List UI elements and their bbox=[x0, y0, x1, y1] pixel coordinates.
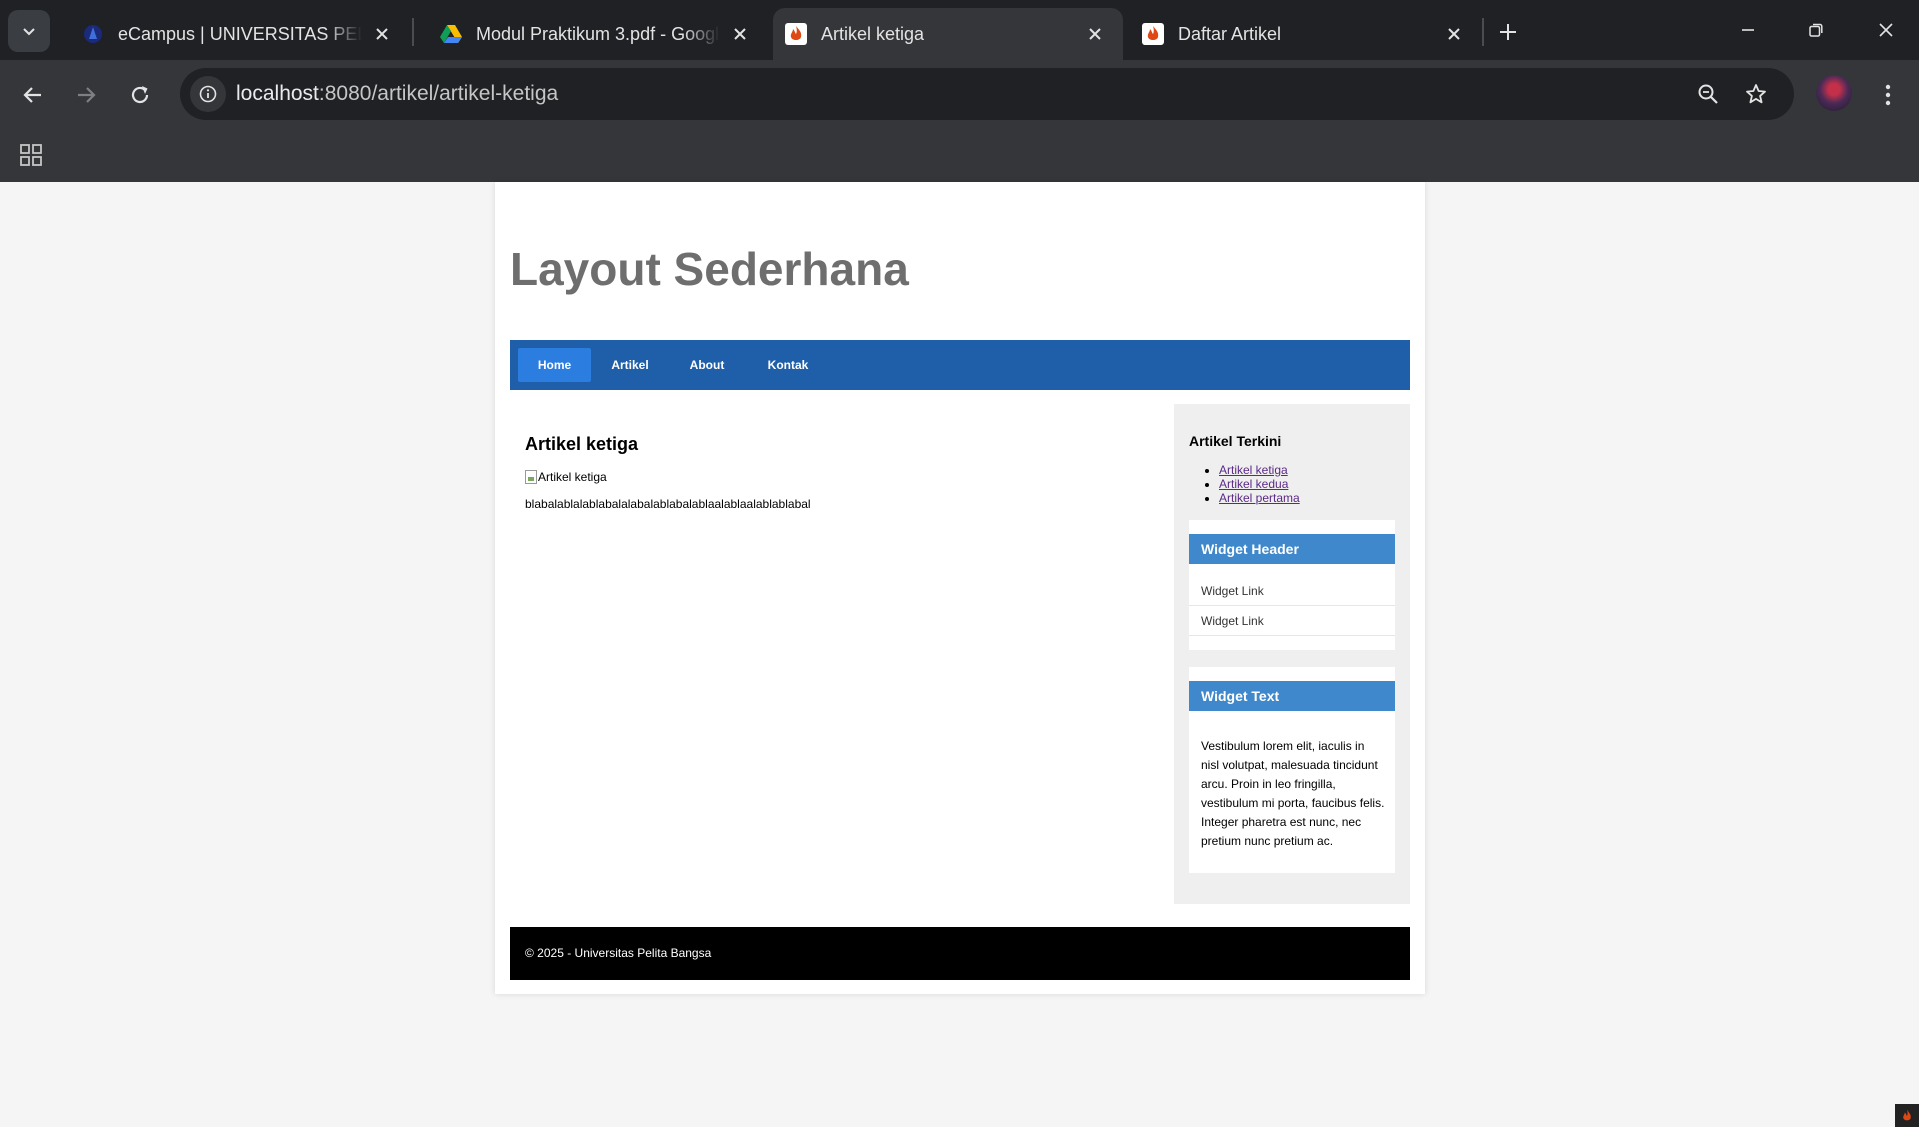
reload-button[interactable] bbox=[122, 77, 158, 113]
close-icon[interactable] bbox=[1085, 24, 1105, 44]
tab-ecampus[interactable]: eCampus | UNIVERSITAS PELITA BANGSA bbox=[58, 8, 410, 60]
tab-google-drive[interactable]: Modul Praktikum 3.pdf - Google Drive bbox=[416, 8, 768, 60]
list-item: Artikel ketiga bbox=[1219, 463, 1300, 477]
arrow-right-icon bbox=[78, 87, 96, 103]
browser-chrome: eCampus | UNIVERSITAS PELITA BANGSA Modu… bbox=[0, 0, 1919, 182]
url-host: localhost bbox=[236, 82, 319, 105]
bookmark-star-icon[interactable] bbox=[1738, 76, 1774, 112]
bookmarks-bar bbox=[0, 130, 1919, 182]
main-nav: Home Artikel About Kontak bbox=[510, 340, 1410, 390]
url-text[interactable]: localhost:8080/artikel/artikel-ketiga bbox=[236, 82, 558, 106]
reload-icon bbox=[131, 86, 149, 104]
list-item: Artikel kedua bbox=[1219, 477, 1300, 491]
site-info-icon[interactable] bbox=[190, 76, 226, 112]
widget-link[interactable]: Widget Link bbox=[1189, 576, 1395, 606]
minimize-button[interactable] bbox=[1728, 12, 1768, 48]
back-button[interactable] bbox=[15, 77, 51, 113]
widget-links: Widget Header Widget Link Widget Link bbox=[1189, 520, 1395, 650]
url-path: :8080/artikel/artikel-ketiga bbox=[318, 82, 559, 105]
tab-strip: eCampus | UNIVERSITAS PELITA BANGSA Modu… bbox=[0, 0, 1919, 60]
widget-link[interactable]: Widget Link bbox=[1189, 606, 1395, 636]
chevron-down-icon bbox=[23, 28, 35, 36]
tab-title: Artikel ketiga bbox=[821, 23, 925, 44]
nav-item-about[interactable]: About bbox=[670, 348, 744, 382]
menu-button[interactable] bbox=[1872, 77, 1904, 113]
forward-button[interactable] bbox=[68, 77, 104, 113]
widget-text-header: Widget Text bbox=[1189, 681, 1395, 711]
plus-icon bbox=[1500, 24, 1516, 40]
nav-item-home[interactable]: Home bbox=[518, 348, 591, 382]
profile-avatar[interactable] bbox=[1816, 75, 1852, 111]
recent-article-link[interactable]: Artikel kedua bbox=[1219, 477, 1288, 491]
nav-item-artikel[interactable]: Artikel bbox=[593, 348, 667, 382]
recent-articles-list: Artikel ketiga Artikel kedua Artikel per… bbox=[1189, 463, 1300, 505]
tab-artikel-ketiga[interactable]: Artikel ketiga bbox=[773, 8, 1123, 60]
close-icon[interactable] bbox=[730, 24, 750, 44]
address-bar[interactable]: localhost:8080/artikel/artikel-ketiga bbox=[180, 68, 1794, 120]
tab-title: eCampus | UNIVERSITAS PELITA BANGSA bbox=[118, 23, 362, 44]
tab-daftar-artikel[interactable]: Daftar Artikel bbox=[1130, 8, 1482, 60]
minimize-icon bbox=[1742, 29, 1754, 31]
apps-grid-icon[interactable] bbox=[16, 140, 46, 170]
restore-icon bbox=[1809, 23, 1823, 37]
list-item: Artikel pertama bbox=[1219, 491, 1300, 505]
widget-header: Widget Header bbox=[1189, 534, 1395, 564]
restore-button[interactable] bbox=[1796, 12, 1836, 48]
broken-image-icon bbox=[525, 470, 537, 484]
university-logo-icon bbox=[82, 23, 104, 45]
sidebar: Artikel Terkini Artikel ketiga Artikel k… bbox=[1174, 404, 1410, 904]
article-image-alt: Artikel ketiga bbox=[538, 470, 607, 484]
debug-toolbar-icon[interactable] bbox=[1895, 1104, 1919, 1127]
article-body: blabalablalablabalalabalablabalablaalabl… bbox=[525, 497, 811, 511]
more-vertical-icon bbox=[1885, 84, 1891, 106]
close-window-button[interactable] bbox=[1866, 12, 1906, 48]
sidebar-title: Artikel Terkini bbox=[1189, 433, 1282, 449]
new-tab-button[interactable] bbox=[1492, 16, 1524, 48]
tab-search-button[interactable] bbox=[8, 10, 50, 52]
close-icon[interactable] bbox=[1444, 24, 1464, 44]
close-icon bbox=[1879, 23, 1893, 37]
recent-article-link[interactable]: Artikel pertama bbox=[1219, 491, 1300, 505]
article-image: Artikel ketiga bbox=[525, 470, 607, 484]
tab-separator bbox=[412, 18, 414, 46]
page-container: Layout Sederhana Home Artikel About Kont… bbox=[495, 182, 1425, 994]
codeigniter-flame-icon bbox=[1142, 23, 1164, 45]
google-drive-icon bbox=[440, 23, 462, 45]
tab-separator bbox=[1482, 18, 1484, 46]
nav-item-kontak[interactable]: Kontak bbox=[747, 348, 829, 382]
widget-text: Widget Text Vestibulum lorem elit, iacul… bbox=[1189, 667, 1395, 873]
footer-text: © 2025 - Universitas Pelita Bangsa bbox=[525, 946, 712, 960]
page-viewport: Layout Sederhana Home Artikel About Kont… bbox=[0, 182, 1919, 1127]
codeigniter-flame-icon bbox=[785, 23, 807, 45]
zoom-icon[interactable] bbox=[1690, 76, 1726, 112]
widget-text-body: Vestibulum lorem elit, iaculis in nisl v… bbox=[1201, 739, 1385, 848]
site-title: Layout Sederhana bbox=[510, 243, 909, 295]
recent-article-link[interactable]: Artikel ketiga bbox=[1219, 463, 1288, 477]
article-title: Artikel ketiga bbox=[525, 434, 639, 454]
tab-title: Daftar Artikel bbox=[1178, 23, 1282, 44]
page-footer: © 2025 - Universitas Pelita Bangsa bbox=[510, 927, 1410, 980]
close-icon[interactable] bbox=[372, 24, 392, 44]
arrow-left-icon bbox=[23, 87, 41, 103]
browser-toolbar: localhost:8080/artikel/artikel-ketiga bbox=[0, 60, 1919, 130]
tab-title: Modul Praktikum 3.pdf - Google Drive bbox=[476, 23, 720, 44]
